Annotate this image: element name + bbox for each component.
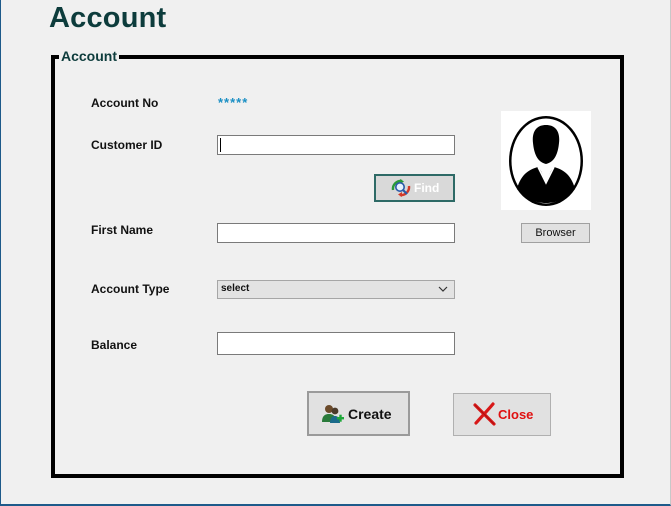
account-type-select[interactable]: select <box>217 280 455 299</box>
account-no-value: ***** <box>218 95 249 110</box>
first-name-label: First Name <box>91 223 154 237</box>
search-refresh-icon <box>391 179 411 197</box>
add-user-icon <box>322 405 344 423</box>
balance-input[interactable] <box>217 332 455 355</box>
balance-label: Balance <box>91 338 138 352</box>
customer-photo <box>501 111 591 210</box>
chevron-down-icon <box>438 286 448 292</box>
account-no-label: Account No <box>91 96 159 110</box>
find-button[interactable]: Find <box>374 174 455 202</box>
find-button-label: Find <box>414 181 440 195</box>
create-button-label: Create <box>348 406 392 422</box>
page-title: Account <box>49 2 167 34</box>
close-button[interactable]: Close <box>453 393 551 436</box>
first-name-input[interactable] <box>217 223 455 243</box>
browser-button[interactable]: Browser <box>521 223 590 243</box>
close-x-icon <box>473 402 496 426</box>
account-type-label: Account Type <box>91 282 170 296</box>
account-group-legend: Account <box>59 48 119 64</box>
close-button-label: Close <box>498 407 534 422</box>
customer-id-label: Customer ID <box>91 138 163 152</box>
text-caret <box>220 138 221 152</box>
user-silhouette-icon <box>509 116 583 206</box>
customer-id-input[interactable] <box>217 135 455 155</box>
create-button[interactable]: Create <box>307 391 410 436</box>
account-type-selected-value: select <box>221 283 250 294</box>
